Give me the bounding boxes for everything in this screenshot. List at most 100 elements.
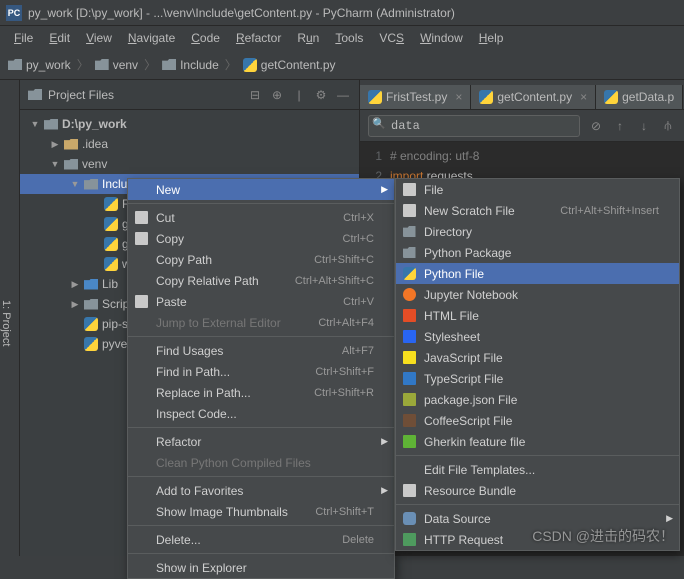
menu-label: Copy Relative Path: [156, 274, 259, 288]
ctx-item-delete-[interactable]: Delete...Delete: [128, 529, 394, 550]
menu-label: Python File: [424, 267, 484, 281]
new-item-resource-bundle[interactable]: Resource Bundle: [396, 480, 679, 501]
menu-help[interactable]: Help: [473, 29, 510, 47]
editor-tab[interactable]: getData.p: [596, 85, 683, 109]
menu-label: New Scratch File: [424, 204, 515, 218]
copy-icon: [135, 232, 148, 245]
ctx-item-new[interactable]: New▶: [128, 179, 394, 200]
new-item-new-scratch-file[interactable]: New Scratch FileCtrl+Alt+Shift+Insert: [396, 200, 679, 221]
editor-tab[interactable]: FristTest.py×: [360, 85, 471, 109]
new-item-file[interactable]: File: [396, 179, 679, 200]
close-icon[interactable]: ×: [580, 90, 587, 104]
menu-label: Cut: [156, 211, 175, 225]
prev-match-icon[interactable]: ↑: [612, 118, 628, 134]
menu-tools[interactable]: Tools: [329, 29, 369, 47]
ctx-item-refactor[interactable]: Refactor▶: [128, 431, 394, 452]
menu-label: Gherkin feature file: [424, 435, 525, 449]
new-item-directory[interactable]: Directory: [396, 221, 679, 242]
menu-file[interactable]: File: [8, 29, 39, 47]
breadcrumb-item[interactable]: getContent.py: [243, 58, 336, 72]
menubar: File Edit View Navigate Code Refactor Ru…: [0, 26, 684, 50]
collapse-icon[interactable]: ⊟: [247, 87, 263, 103]
close-icon[interactable]: ×: [455, 90, 462, 104]
coffee-icon: [403, 414, 416, 427]
ctx-item-inspect-code-[interactable]: Inspect Code...: [128, 403, 394, 424]
menu-label: Copy: [156, 232, 184, 246]
new-item-edit-file-templates-[interactable]: Edit File Templates...: [396, 459, 679, 480]
ctx-item-show-image-thumbnails[interactable]: Show Image ThumbnailsCtrl+Shift+T: [128, 501, 394, 522]
breadcrumb-item[interactable]: Include: [162, 58, 219, 72]
menu-edit[interactable]: Edit: [43, 29, 76, 47]
file-icon: [403, 204, 416, 217]
ctx-item-copy-relative-path[interactable]: Copy Relative PathCtrl+Alt+Shift+C: [128, 270, 394, 291]
db-icon: [403, 512, 416, 525]
folder-icon: [162, 59, 176, 70]
gear-icon[interactable]: ⚙: [313, 87, 329, 103]
menu-window[interactable]: Window: [414, 29, 469, 47]
menu-label: Delete...: [156, 533, 201, 547]
close-search-icon[interactable]: ⊘: [588, 118, 604, 134]
html-icon: [403, 309, 416, 322]
context-submenu-new: FileNew Scratch FileCtrl+Alt+Shift+Inser…: [395, 178, 680, 551]
menu-label: Find in Path...: [156, 365, 230, 379]
js-icon: [403, 351, 416, 364]
new-item-typescript-file[interactable]: TypeScript File: [396, 368, 679, 389]
new-item-python-package[interactable]: Python Package: [396, 242, 679, 263]
editor-tab[interactable]: getContent.py×: [471, 85, 596, 109]
tree-row[interactable]: ▼D:\py_work: [20, 114, 359, 134]
ctx-item-paste[interactable]: PasteCtrl+V: [128, 291, 394, 312]
http-icon: [403, 533, 416, 546]
ctx-item-jump-to-external-editor: Jump to External EditorCtrl+Alt+F4: [128, 312, 394, 333]
python-file-icon: [604, 90, 618, 104]
project-tool-tab[interactable]: 1: Project: [0, 80, 20, 556]
menu-label: HTML File: [424, 309, 479, 323]
menu-view[interactable]: View: [80, 29, 118, 47]
new-item-javascript-file[interactable]: JavaScript File: [396, 347, 679, 368]
ctx-item-cut[interactable]: Cut Ctrl+X: [128, 207, 394, 228]
new-item-stylesheet[interactable]: Stylesheet: [396, 326, 679, 347]
ctx-item-find-usages[interactable]: Find UsagesAlt+F7: [128, 340, 394, 361]
ctx-item-add-to-favorites[interactable]: Add to Favorites ▶: [128, 480, 394, 501]
menu-navigate[interactable]: Navigate: [122, 29, 181, 47]
dir-icon: [403, 247, 416, 258]
shortcut: Ctrl+X: [343, 212, 374, 224]
folder-icon: [84, 279, 98, 290]
ctx-item-replace-in-path-[interactable]: Replace in Path...Ctrl+Shift+R: [128, 382, 394, 403]
tree-row[interactable]: ▼venv: [20, 154, 359, 174]
new-item-coffeescript-file[interactable]: CoffeeScript File: [396, 410, 679, 431]
new-item-html-file[interactable]: HTML File: [396, 305, 679, 326]
new-item-jupyter-notebook[interactable]: Jupyter Notebook: [396, 284, 679, 305]
shortcut: Ctrl+Shift+C: [314, 254, 374, 266]
css-icon: [403, 330, 416, 343]
ctx-item-find-in-path-[interactable]: Find in Path...Ctrl+Shift+F: [128, 361, 394, 382]
menu-run[interactable]: Run: [291, 29, 325, 47]
search-input[interactable]: [368, 115, 580, 137]
menu-vcs[interactable]: VCS: [373, 29, 410, 47]
menu-label: TypeScript File: [424, 372, 503, 386]
breadcrumb-item[interactable]: venv: [95, 58, 138, 72]
menu-label: Add to Favorites: [156, 484, 243, 498]
filter-icon[interactable]: ⫛: [660, 118, 676, 134]
new-item-package-json-file[interactable]: package.json File: [396, 389, 679, 410]
menu-label: Python Package: [424, 246, 511, 260]
menu-refactor[interactable]: Refactor: [230, 29, 287, 47]
menu-code[interactable]: Code: [185, 29, 226, 47]
hide-icon[interactable]: —: [335, 87, 351, 103]
ctx-item-copy-path[interactable]: Copy PathCtrl+Shift+C: [128, 249, 394, 270]
shortcut: Ctrl+Shift+T: [315, 506, 374, 518]
python-file-icon: [84, 317, 98, 331]
breadcrumb-item[interactable]: py_work: [8, 58, 71, 72]
ctx-item-copy[interactable]: CopyCtrl+C: [128, 228, 394, 249]
ctx-item-show-in-explorer[interactable]: Show in Explorer: [128, 557, 394, 578]
folder-icon: [8, 59, 22, 70]
folder-icon: [44, 119, 58, 130]
target-icon[interactable]: ⊕: [269, 87, 285, 103]
new-item-python-file[interactable]: Python File: [396, 263, 679, 284]
new-item-gherkin-feature-file[interactable]: Gherkin feature file: [396, 431, 679, 452]
submenu-arrow-icon: ▶: [381, 485, 388, 496]
menu-label: package.json File: [424, 393, 517, 407]
next-match-icon[interactable]: ↓: [636, 118, 652, 134]
pycharm-icon: PC: [6, 5, 22, 21]
titlebar: PC py_work [D:\py_work] - ...\venv\Inclu…: [0, 0, 684, 26]
tree-row[interactable]: ▶.idea: [20, 134, 359, 154]
